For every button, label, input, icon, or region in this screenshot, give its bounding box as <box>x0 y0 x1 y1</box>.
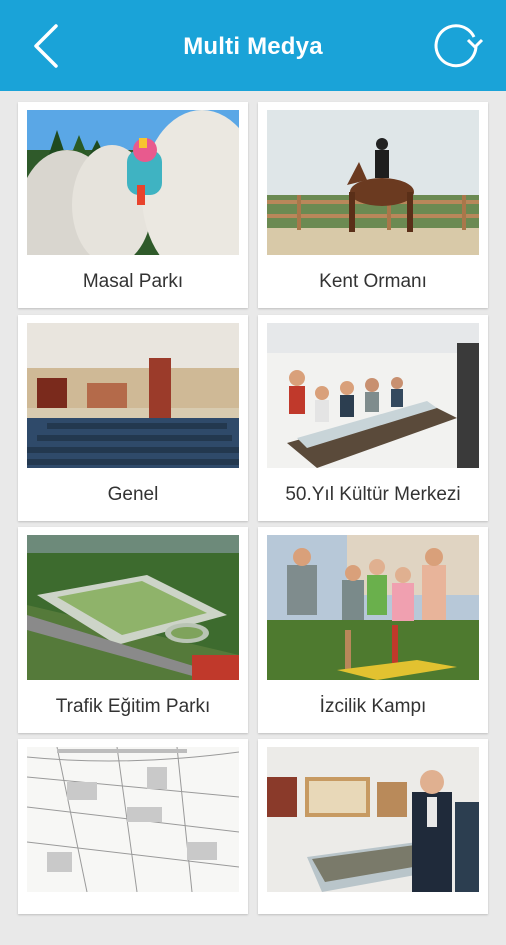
media-thumbnail <box>27 747 239 892</box>
media-card-masal-parki[interactable]: Masal Parkı <box>18 102 248 308</box>
media-thumbnail <box>267 323 479 468</box>
media-card-label: Masal Parkı <box>82 271 184 292</box>
media-card-kent-ormani[interactable]: Kent Ormanı <box>258 102 488 308</box>
media-thumbnail <box>267 110 479 255</box>
refresh-button[interactable] <box>428 20 484 72</box>
media-card-label: Trafik Eğitim Parkı <box>55 696 211 717</box>
media-card-trafik-egitim-parki[interactable]: Trafik Eğitim Parkı <box>18 527 248 733</box>
refresh-icon <box>434 24 484 68</box>
media-card-8[interactable] <box>258 739 488 914</box>
media-card-7[interactable] <box>18 739 248 914</box>
media-card-50-yil-kultur-merkezi[interactable]: 50.Yıl Kültür Merkezi <box>258 315 488 521</box>
app-bar: Multi Medya <box>0 0 506 91</box>
media-card-label: Kent Ormanı <box>319 271 427 292</box>
media-card-label: İzcilik Kampı <box>319 696 427 717</box>
media-card-izcilik-kampi[interactable]: İzcilik Kampı <box>258 527 488 733</box>
media-card-label: 50.Yıl Kültür Merkezi <box>285 484 461 505</box>
media-card-genel[interactable]: Genel <box>18 315 248 521</box>
media-thumbnail <box>27 535 239 680</box>
media-thumbnail <box>27 110 239 255</box>
media-card-label: Genel <box>107 484 159 505</box>
media-thumbnail <box>267 535 479 680</box>
media-thumbnail <box>27 323 239 468</box>
media-grid: Masal Parkı Kent Ormanı Genel 50.Yıl Kül… <box>0 91 506 914</box>
media-thumbnail <box>267 747 479 892</box>
